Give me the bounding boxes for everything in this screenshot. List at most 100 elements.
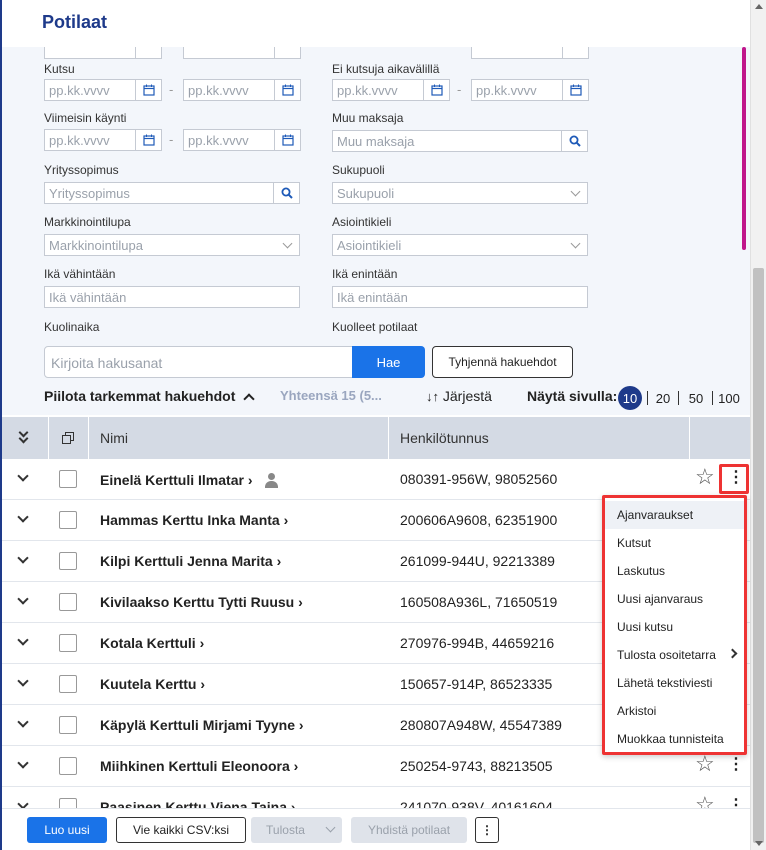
ika-enintaan-input[interactable]: Ikä enintään [332, 286, 588, 308]
patient-name: Kuutela Kerttu [100, 676, 197, 692]
menu-item-tulosta-osoitetarra[interactable]: Tulosta osoitetarra [605, 641, 744, 669]
scroll-down-icon[interactable] [755, 841, 763, 846]
ei-kutsuja-from-input[interactable]: pp.kk.vvvv [332, 79, 424, 101]
row-checkbox[interactable] [59, 634, 77, 652]
expand-row-icon[interactable] [17, 552, 29, 564]
range-dash: - [457, 82, 462, 97]
asiointikieli-select[interactable]: Asiointikieli [332, 234, 588, 256]
menu-item-uusi-kutsu[interactable]: Uusi kutsu [605, 613, 744, 641]
more-actions-icon[interactable]: ⋮ [728, 755, 744, 777]
accent-scroll-indicator [742, 47, 746, 250]
search-icon[interactable] [274, 182, 300, 204]
patient-ssn: 080391-956W, 98052560 [400, 471, 558, 487]
merge-patients-button[interactable]: Yhdistä potilaat [351, 817, 467, 843]
sukupuoli-select[interactable]: Sukupuoli [332, 182, 588, 204]
search-input[interactable]: Kirjoita hakusanat [44, 346, 353, 378]
export-csv-button[interactable]: Vie kaikki CSV:ksi [116, 817, 246, 843]
per-page-option-20[interactable]: 20 [651, 386, 675, 410]
column-header-name[interactable]: Nimi [100, 430, 128, 446]
ika-vahintaan-input[interactable]: Ikä vähintään [44, 286, 300, 308]
per-page-option-50[interactable]: 50 [684, 386, 708, 410]
expand-row-icon[interactable] [17, 634, 29, 646]
chevron-right-icon [727, 648, 738, 659]
row-checkbox[interactable] [59, 675, 77, 693]
patient-name-link[interactable]: Kilpi Kerttuli Jenna Marita › [100, 553, 281, 569]
kuolinaika-label: Kuolinaika [44, 320, 100, 334]
chevron-up-icon [243, 393, 255, 405]
patient-name-link[interactable]: Kotala Kerttuli › [100, 635, 204, 651]
expand-row-icon[interactable] [17, 716, 29, 728]
patient-name: Kotala Kerttuli [100, 635, 196, 651]
more-options-icon[interactable]: ⋮ [475, 817, 499, 843]
patient-name-link[interactable]: Kivilaakso Kerttu Tytti Ruusu › [100, 594, 303, 610]
per-page-option-10[interactable]: 10 [618, 386, 642, 410]
print-button[interactable]: Tulosta [251, 817, 342, 843]
patient-name: Kilpi Kerttuli Jenna Marita [100, 553, 273, 569]
expand-row-icon[interactable] [17, 470, 29, 482]
menu-item-laskutus[interactable]: Laskutus [605, 557, 744, 585]
row-checkbox[interactable] [59, 552, 77, 570]
scrollbar[interactable] [750, 0, 766, 850]
patient-name: Käpylä Kerttuli Mirjami Tyyne [100, 717, 296, 733]
sort-label: Järjestä [442, 388, 492, 404]
column-divider [689, 417, 690, 459]
sukupuoli-value: Sukupuoli [337, 186, 395, 201]
calendar-icon[interactable] [136, 79, 162, 101]
star-icon[interactable]: ☆ [695, 466, 715, 488]
patient-name-link[interactable]: Käpylä Kerttuli Mirjami Tyyne › [100, 717, 304, 733]
search-button[interactable]: Hae [352, 346, 425, 378]
sort-button[interactable]: ↓↑ Järjestä [426, 388, 492, 404]
menu-item-kutsut[interactable]: Kutsut [605, 529, 744, 557]
kutsu-label: Kutsu [44, 62, 75, 76]
yrityssopimus-input[interactable]: Yrityssopimus [44, 182, 274, 204]
viimeisin-to-input[interactable]: pp.kk.vvvv [183, 129, 275, 151]
patient-ssn: 280807A948W, 45547389 [400, 717, 562, 733]
chevron-down-icon [325, 822, 336, 833]
patient-name-link[interactable]: Hammas Kerttu Inka Manta › [100, 512, 288, 528]
menu-item-uusi-ajanvaraus[interactable]: Uusi ajanvaraus [605, 585, 744, 613]
muu-maksaja-input[interactable]: Muu maksaja [332, 130, 562, 152]
calendar-icon[interactable] [136, 129, 162, 151]
kutsu-to-input[interactable]: pp.kk.vvvv [183, 79, 275, 101]
menu-item-muokkaa-tunnisteita[interactable]: Muokkaa tunnisteita [605, 725, 744, 753]
star-icon[interactable]: ☆ [695, 753, 715, 775]
muu-maksaja-label: Muu maksaja [332, 111, 404, 125]
markkinointilupa-select[interactable]: Markkinointilupa [44, 234, 300, 256]
per-page-option-100[interactable]: 100 [716, 386, 742, 410]
row-checkbox[interactable] [59, 716, 77, 734]
search-icon[interactable] [562, 130, 588, 152]
calendar-icon[interactable] [275, 129, 301, 151]
expand-row-icon[interactable] [17, 593, 29, 605]
row-checkbox[interactable] [59, 593, 77, 611]
menu-item-ajanvaraukset[interactable]: Ajanvaraukset [605, 501, 744, 529]
menu-item-arkistoi[interactable]: Arkistoi [605, 697, 744, 725]
patient-name-link[interactable]: Kuutela Kerttu › [100, 676, 205, 692]
column-header-ssn[interactable]: Henkilötunnus [400, 430, 489, 446]
table-row[interactable]: Einelä Kerttuli Ilmatar › 080391-956W, 9… [2, 459, 752, 500]
expand-row-icon[interactable] [17, 511, 29, 523]
total-count: Yhteensä 15 (5... [280, 388, 382, 403]
per-page-separator [712, 391, 713, 405]
scrollbar-thumb[interactable] [753, 268, 764, 843]
menu-item-laheta-tekstiviesti[interactable]: Lähetä tekstiviesti [605, 669, 744, 697]
calendar-icon[interactable] [275, 79, 301, 101]
row-checkbox[interactable] [59, 511, 77, 529]
row-checkbox[interactable] [59, 757, 77, 775]
expand-row-icon[interactable] [17, 675, 29, 687]
expand-all-icon[interactable] [18, 427, 30, 447]
select-all-icon[interactable] [62, 432, 74, 444]
clear-filters-button[interactable]: Tyhjennä hakuehdot [432, 346, 573, 378]
viimeisin-from-input[interactable]: pp.kk.vvvv [44, 129, 136, 151]
range-dash: - [169, 132, 174, 147]
expand-row-icon[interactable] [17, 757, 29, 769]
kutsu-from-input[interactable]: pp.kk.vvvv [44, 79, 136, 101]
create-new-button[interactable]: Luo uusi [27, 817, 107, 843]
calendar-icon[interactable] [563, 79, 589, 101]
patient-name-link[interactable]: Miihkinen Kerttuli Eleonoora › [100, 758, 298, 774]
patient-name-link[interactable]: Einelä Kerttuli Ilmatar › [100, 471, 279, 488]
calendar-icon[interactable] [424, 79, 450, 101]
ei-kutsuja-to-input[interactable]: pp.kk.vvvv [471, 79, 563, 101]
scroll-up-icon[interactable] [755, 4, 763, 9]
row-checkbox[interactable] [59, 470, 77, 488]
hide-filters-link[interactable]: Piilota tarkemmat hakuehdot [44, 388, 255, 405]
